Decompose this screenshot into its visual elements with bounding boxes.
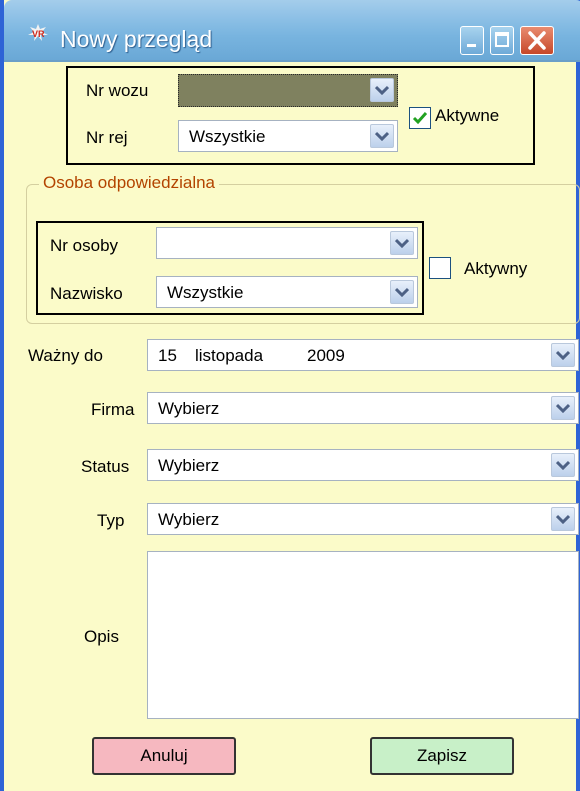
description-label: Opis xyxy=(84,627,119,646)
minimize-button[interactable] xyxy=(460,26,484,55)
nazwisko-dropdown-button[interactable] xyxy=(390,280,414,304)
close-button[interactable] xyxy=(520,26,554,55)
valid-until-month[interactable]: listopada xyxy=(195,346,263,366)
close-icon xyxy=(528,31,546,50)
aktywne-label: Aktywne xyxy=(435,106,500,125)
svg-text:VR: VR xyxy=(32,29,45,39)
minimize-icon xyxy=(467,44,476,47)
cancel-button[interactable]: Anuluj xyxy=(92,737,236,775)
nr-rej-value: Wszystkie xyxy=(189,127,266,146)
status-value: Wybierz xyxy=(158,456,220,475)
nr-osoby-dropdown-button[interactable] xyxy=(390,231,414,255)
window: VR Nowy przegląd Nr wozu Nr rej Wszystki… xyxy=(0,0,580,791)
type-combo[interactable]: Wybierz xyxy=(147,503,579,535)
nr-wozu-dropdown-button[interactable] xyxy=(370,78,394,102)
nr-osoby-combo[interactable] xyxy=(156,227,418,259)
company-combo[interactable]: Wybierz xyxy=(147,392,579,424)
checkmark-icon xyxy=(412,112,428,125)
chevron-down-icon xyxy=(395,287,409,297)
window-title: Nowy przegląd xyxy=(60,26,213,52)
description-textarea[interactable] xyxy=(147,551,579,719)
nr-rej-combo[interactable]: Wszystkie xyxy=(178,120,398,152)
status-label: Status xyxy=(81,457,130,476)
nr-osoby-label: Nr osoby xyxy=(50,236,119,255)
valid-until-dropdown-button[interactable] xyxy=(551,343,575,367)
nazwisko-value: Wszystkie xyxy=(167,283,244,302)
valid-until-day[interactable]: 15 xyxy=(158,346,177,366)
nr-wozu-label: Nr wozu xyxy=(86,81,149,100)
save-button[interactable]: Zapisz xyxy=(370,737,514,775)
maximize-button[interactable] xyxy=(490,26,514,55)
chevron-down-icon xyxy=(556,350,570,360)
status-dropdown-button[interactable] xyxy=(551,453,575,477)
title-bar[interactable]: VR Nowy przegląd xyxy=(4,0,580,62)
nazwisko-combo[interactable]: Wszystkie xyxy=(156,276,418,308)
type-value: Wybierz xyxy=(158,510,220,529)
nr-wozu-combo[interactable] xyxy=(178,74,398,107)
nazwisko-label: Nazwisko xyxy=(50,284,123,303)
chevron-down-icon xyxy=(395,238,409,248)
type-dropdown-button[interactable] xyxy=(551,507,575,531)
valid-until-datepicker[interactable]: 15 listopada 2009 xyxy=(147,339,579,371)
company-label: Firma xyxy=(91,400,135,419)
chevron-down-icon xyxy=(375,85,389,95)
nr-rej-dropdown-button[interactable] xyxy=(370,124,394,148)
nr-rej-label: Nr rej xyxy=(86,128,128,147)
maximize-icon xyxy=(495,32,509,47)
chevron-down-icon xyxy=(375,131,389,141)
person-group-title: Osoba odpowiedzialna xyxy=(39,173,220,193)
chevron-down-icon xyxy=(556,514,570,524)
valid-until-label: Ważny do xyxy=(28,346,103,365)
aktywny-label: Aktywny xyxy=(464,259,528,278)
company-dropdown-button[interactable] xyxy=(551,396,575,420)
chevron-down-icon xyxy=(556,460,570,470)
company-value: Wybierz xyxy=(158,399,220,418)
aktywne-checkbox[interactable] xyxy=(409,107,431,129)
type-label: Typ xyxy=(97,511,125,530)
aktywny-checkbox[interactable] xyxy=(429,257,451,279)
chevron-down-icon xyxy=(556,403,570,413)
app-logo-icon: VR xyxy=(28,24,48,41)
status-combo[interactable]: Wybierz xyxy=(147,449,579,481)
valid-until-year[interactable]: 2009 xyxy=(307,346,345,366)
